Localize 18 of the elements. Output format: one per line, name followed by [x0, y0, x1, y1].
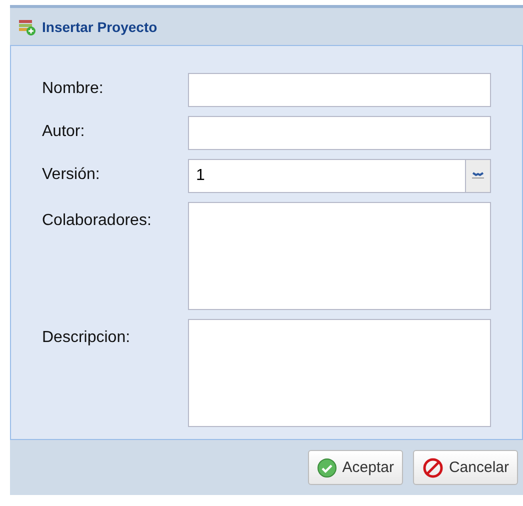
cancel-button[interactable]: Cancelar: [412, 450, 518, 485]
text-area[interactable]: [188, 202, 491, 310]
text-field[interactable]: [188, 116, 491, 150]
text-field[interactable]: [188, 73, 491, 107]
window-title: Insertar Proyecto: [42, 18, 158, 34]
field-label: Colaboradores:: [42, 211, 152, 230]
accept-button[interactable]: Aceptar: [308, 450, 403, 485]
field-label: Versión:: [42, 165, 101, 184]
spinner-arrows-icon: [471, 171, 485, 181]
text-area[interactable]: [188, 319, 491, 427]
check-icon: [317, 458, 338, 478]
field-label: Autor:: [42, 122, 86, 141]
stacked-books-icon: [18, 18, 36, 36]
number-field[interactable]: 1: [188, 159, 465, 193]
field-label: Descripcion:: [42, 328, 132, 347]
prohibited-icon: [422, 456, 444, 478]
field-label: Nombre:: [42, 79, 104, 98]
spinner-button[interactable]: [465, 159, 491, 193]
